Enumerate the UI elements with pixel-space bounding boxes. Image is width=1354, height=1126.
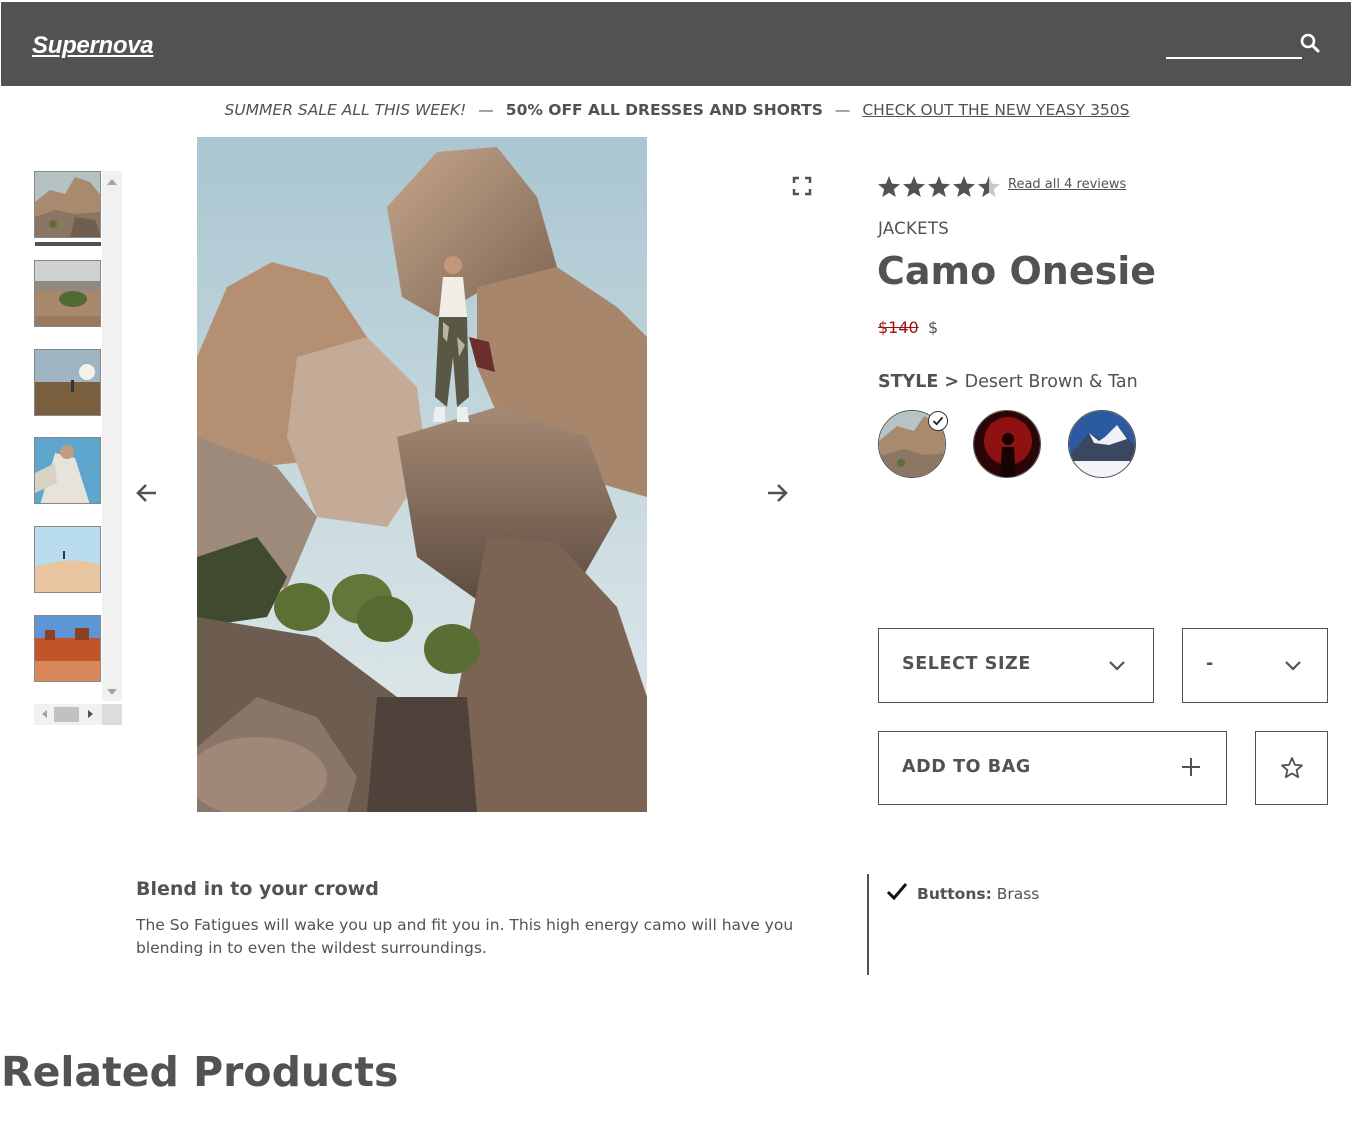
checkmark-icon [886, 883, 908, 901]
announcement-discount: 50% OFF ALL DRESSES AND SHORTS [505, 101, 823, 119]
main-product-image [197, 137, 647, 812]
thumbnail-vertical-scrollbar[interactable] [102, 171, 122, 701]
announcement-sale: SUMMER SALE ALL THIS WEEK! [224, 101, 467, 119]
site-header: Supernova [1, 2, 1351, 86]
reviews-link[interactable]: Read all 4 reviews [1008, 177, 1126, 192]
scroll-right-arrow-icon[interactable] [88, 710, 93, 718]
style-swatch-snowy-mountain[interactable] [1068, 410, 1136, 478]
description-title: Blend in to your crowd [136, 878, 379, 900]
scrollbar-thumb[interactable] [54, 707, 79, 722]
search-icon[interactable] [1299, 32, 1321, 54]
feature-buttons: Buttons: Brass [917, 885, 1039, 903]
size-select[interactable]: SELECT SIZE [878, 628, 1154, 703]
thumbnail-boulders-woman[interactable] [34, 171, 101, 238]
quantity-select[interactable]: - [1182, 628, 1328, 703]
feature-key: Buttons: [917, 885, 992, 903]
original-price: $140 [878, 318, 919, 337]
next-image-arrow-icon[interactable] [765, 481, 789, 505]
thumbnail-desert-shrub[interactable] [34, 260, 101, 327]
product-title: Camo Onesie [877, 249, 1157, 293]
star-outline-icon [1281, 757, 1303, 779]
description-divider [867, 874, 869, 975]
chevron-down-icon [1109, 661, 1125, 671]
fullscreen-expand-icon[interactable] [791, 175, 813, 197]
product-category: JACKETS [878, 219, 949, 238]
chevron-down-icon [1285, 661, 1301, 671]
announcement-link[interactable]: CHECK OUT THE NEW YEASY 350S [862, 101, 1129, 119]
style-label: STYLE > [878, 372, 960, 392]
scroll-up-arrow-icon[interactable] [107, 179, 117, 185]
plus-icon [1182, 758, 1200, 776]
announcement-separator: — [478, 101, 494, 119]
scroll-left-arrow-icon[interactable] [42, 710, 47, 718]
style-value: Desert Brown & Tan [964, 372, 1138, 392]
thumbnail-horizontal-scrollbar[interactable] [34, 704, 122, 725]
add-to-bag-button[interactable]: ADD TO BAG [878, 731, 1227, 805]
thumbnail-sand-dune[interactable] [34, 526, 101, 593]
rating-stars-icon [878, 176, 1000, 197]
add-to-bag-label: ADD TO BAG [902, 757, 1031, 777]
thumbnail-woman-sleeves[interactable] [34, 437, 101, 504]
quantity-select-value: - [1206, 654, 1214, 674]
style-swatch-red-silhouette[interactable] [973, 410, 1041, 478]
thumbnail-desert-sunset[interactable] [34, 349, 101, 416]
prev-image-arrow-icon[interactable] [135, 481, 159, 505]
feature-value: Brass [996, 885, 1040, 903]
description-body: The So Fatigues will wake you up and fit… [136, 916, 794, 957]
search-input[interactable] [1166, 32, 1302, 59]
scrollbar-corner [102, 704, 122, 725]
related-products-heading: Related Products [1, 1048, 399, 1096]
sale-price: $ [928, 318, 939, 337]
favorite-button[interactable] [1255, 731, 1328, 805]
selected-check-icon [928, 411, 948, 431]
thumbnail-canyon-mesas[interactable] [34, 615, 101, 682]
announcement-separator: — [834, 101, 851, 119]
scroll-down-arrow-icon[interactable] [107, 689, 117, 695]
thumbnail-selected-indicator [35, 242, 101, 246]
size-select-label: SELECT SIZE [902, 654, 1031, 674]
style-selection-label: STYLE > Desert Brown & Tan [878, 372, 1138, 392]
logo[interactable]: Supernova [32, 32, 154, 60]
announcement-bar: SUMMER SALE ALL THIS WEEK! — 50% OFF ALL D… [0, 101, 1354, 119]
